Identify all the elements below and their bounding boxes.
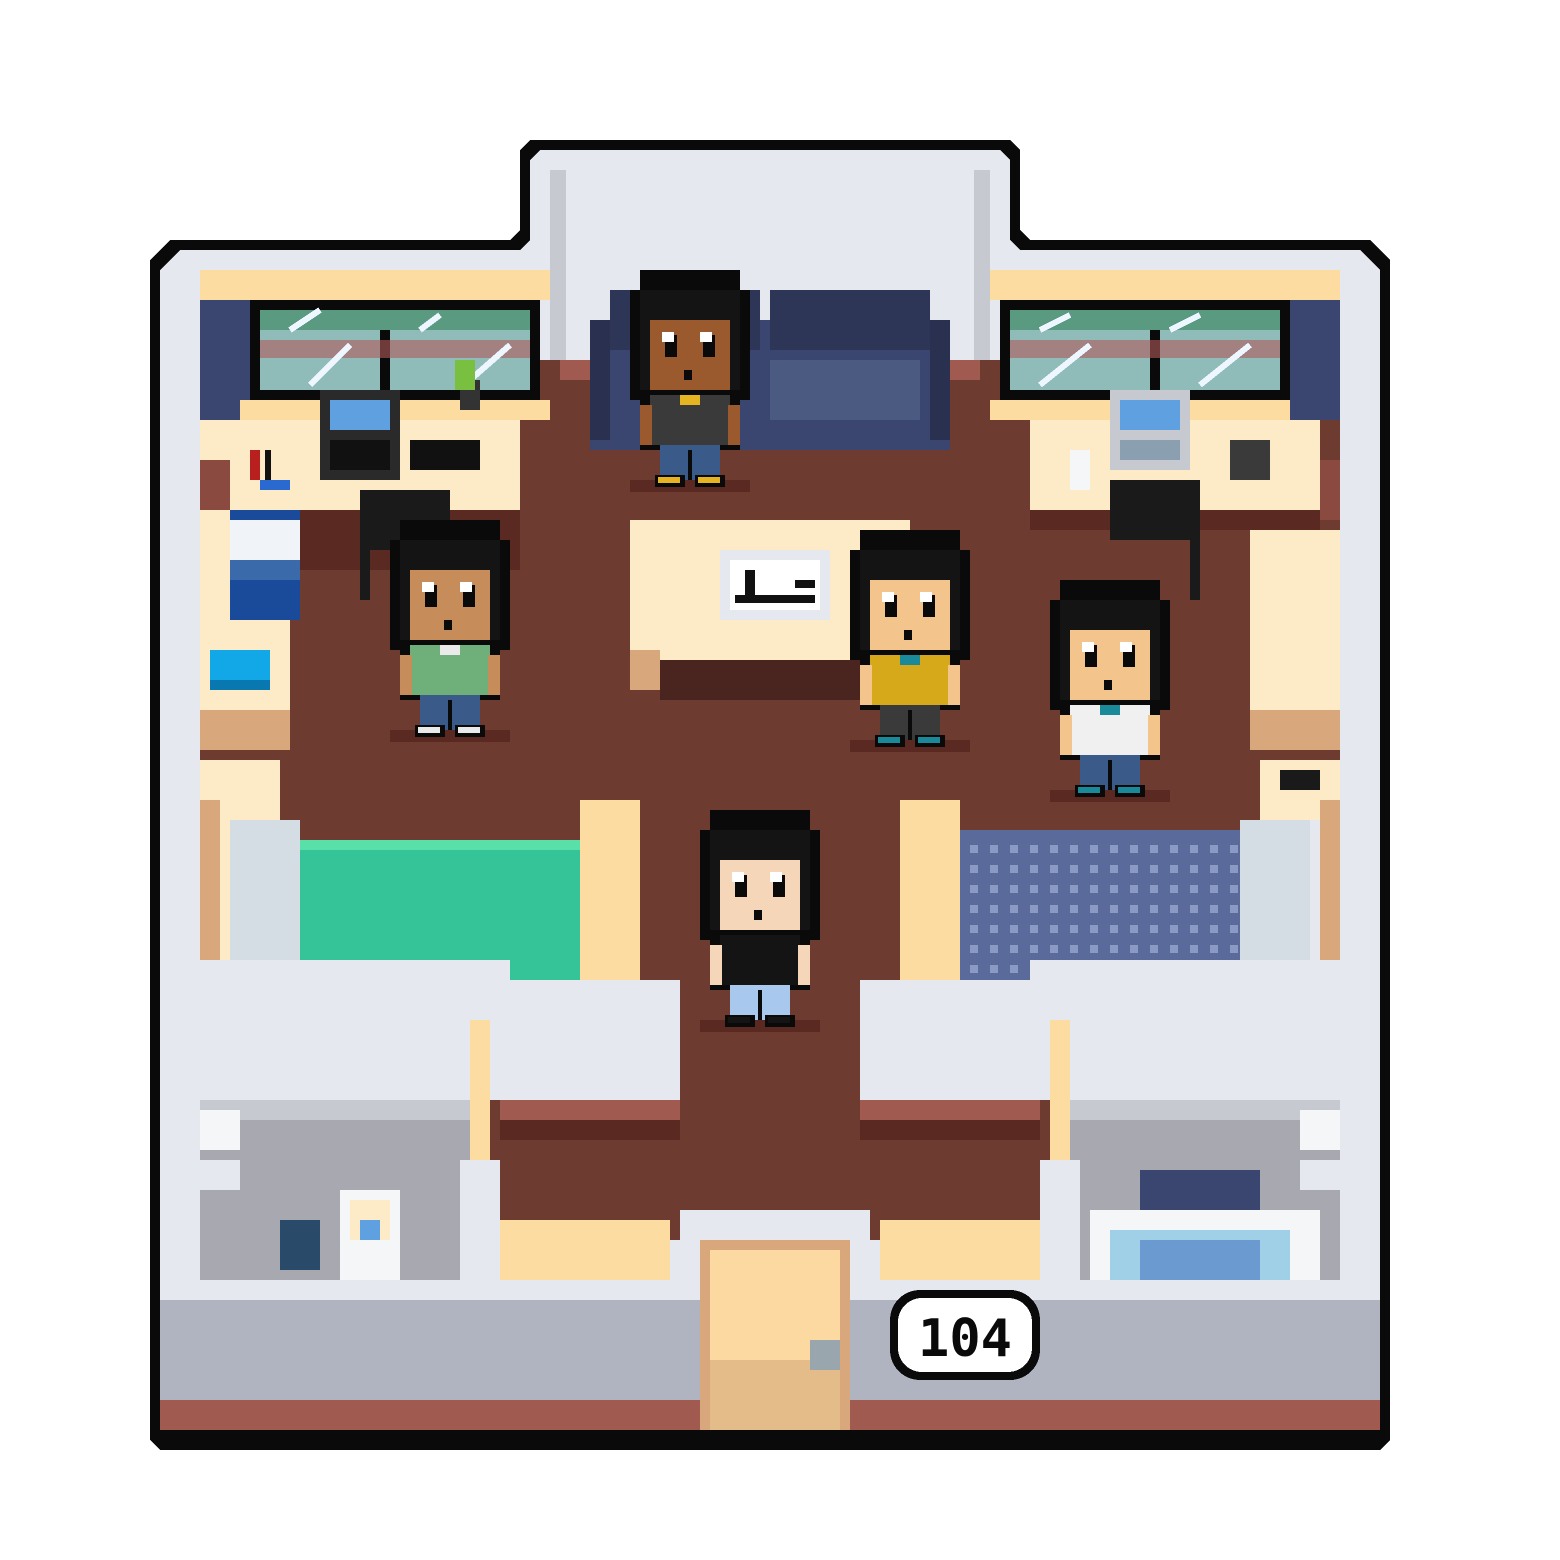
left-pillar (580, 800, 640, 990)
dorm-room-scene: 104 (150, 140, 1390, 1450)
towel-hook-right-icon (1300, 1110, 1340, 1190)
mug-icon (1070, 450, 1090, 490)
right-monitor[interactable] (1110, 390, 1190, 470)
right-pillar (900, 800, 960, 990)
left-bed[interactable] (200, 510, 300, 750)
toilet-icon[interactable] (340, 1190, 400, 1280)
speaker-icon (1230, 440, 1270, 480)
left-monitor[interactable] (320, 390, 400, 480)
room-number: 104 (918, 1309, 1012, 1369)
right-wardrobe[interactable] (1240, 530, 1340, 960)
trash-bin-icon (280, 1220, 320, 1270)
towel-hook-left-icon (200, 1110, 240, 1190)
front-door[interactable] (700, 1240, 850, 1430)
left-keyboard (410, 440, 480, 470)
laptop-icon[interactable] (720, 550, 830, 620)
room-number-sign: 104 (890, 1290, 1040, 1380)
